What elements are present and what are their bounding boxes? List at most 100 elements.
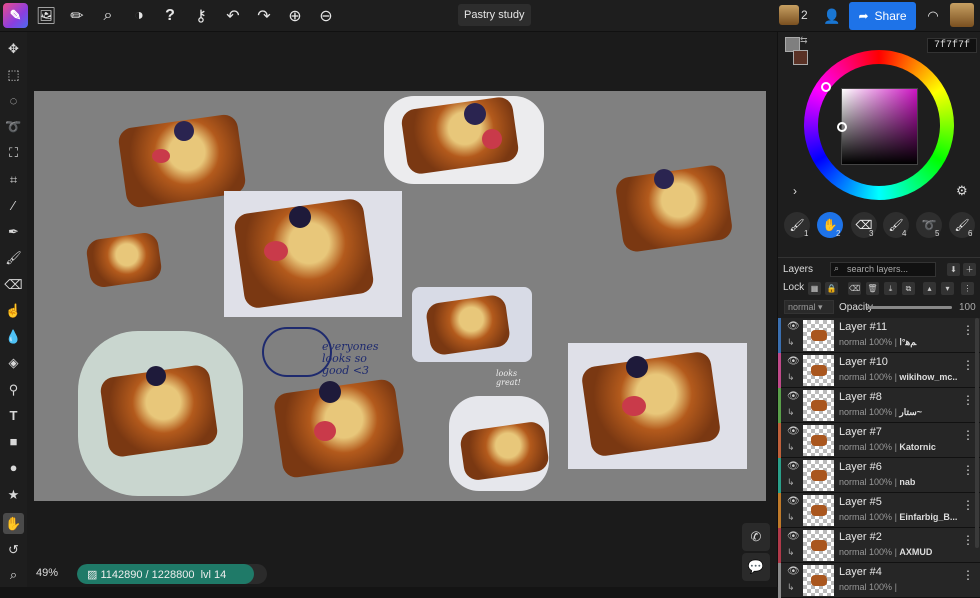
eye-icon[interactable]: 👁 — [787, 391, 800, 402]
lock-alpha-icon[interactable]: ▦ — [808, 282, 821, 295]
layer-search-input[interactable]: search layers... — [830, 262, 936, 277]
zoom-level[interactable]: 49% — [36, 567, 58, 579]
layer-menu-icon[interactable]: ⋮ — [962, 568, 974, 582]
zoom-tool-icon[interactable]: ⌕ — [3, 564, 24, 585]
new-layer-icon[interactable]: ＋ — [963, 263, 976, 276]
delete-layer-icon[interactable]: 🗑 — [866, 282, 879, 295]
image-icon[interactable]: 🖼 — [35, 5, 57, 27]
workspace[interactable]: everyones looks so good <3 looks great! … — [27, 32, 777, 587]
smudge-icon[interactable]: ☝ — [3, 300, 24, 321]
ellipse-icon[interactable]: ● — [3, 457, 24, 478]
layer-row[interactable]: 👁 ↳ Layer #2 normal 100% | AXMUD ⋮ — [778, 528, 980, 563]
layer-row[interactable]: 👁 ↳ Layer #7 normal 100% | Katornic ⋮ — [778, 423, 980, 458]
user-avatar[interactable] — [779, 5, 799, 25]
layer-menu-icon[interactable]: ⋮ — [962, 393, 974, 407]
layer-row[interactable]: 👁 ↳ Layer #4 normal 100% | ⋮ — [778, 563, 980, 598]
move-down-icon[interactable]: ▾ — [941, 282, 954, 295]
clip-icon[interactable]: ↳ — [787, 582, 795, 593]
call-button[interactable]: ✆ — [742, 523, 770, 551]
lasso-icon[interactable]: ➰ — [3, 116, 24, 137]
drawing-canvas[interactable]: everyones looks so good <3 looks great! — [34, 91, 766, 501]
fill-icon[interactable]: ◈ — [3, 352, 24, 373]
eye-icon[interactable]: 👁 — [787, 426, 800, 437]
blur-icon[interactable]: 💧 — [3, 326, 24, 347]
layer-menu-icon[interactable]: ⋮ — [962, 428, 974, 442]
hand-icon[interactable]: ✋ — [3, 513, 24, 534]
profile-avatar[interactable] — [950, 3, 974, 27]
secondary-color-swatch[interactable] — [793, 50, 808, 65]
move-up-icon[interactable]: ▴ — [923, 282, 936, 295]
opacity-slider[interactable] — [867, 306, 952, 309]
hex-color-input[interactable]: 7f7f7f — [927, 38, 977, 53]
gear-icon[interactable]: ⚙ — [956, 183, 968, 199]
undo-icon[interactable]: ↶ — [222, 5, 244, 27]
brush-slot-number: 1 — [804, 229, 809, 238]
layer-row[interactable]: 👁 ↳ Layer #8 normal 100% | ﺳﺘﺎﺭ~ ⋮ — [778, 388, 980, 423]
eye-icon[interactable]: 👁 — [787, 461, 800, 472]
brush-icon[interactable]: 🖌 — [3, 247, 24, 268]
star-icon[interactable]: ★ — [3, 484, 24, 505]
layer-list-scrollbar[interactable] — [975, 318, 979, 548]
key-icon[interactable]: ⚷ — [190, 5, 212, 27]
document-title[interactable]: Pastry study — [458, 4, 531, 26]
eye-icon[interactable]: 👁 — [787, 356, 800, 367]
layer-menu-icon[interactable]: ⋮ — [962, 463, 974, 477]
clip-icon[interactable]: ↳ — [787, 372, 795, 383]
chat-button[interactable]: 💬 — [742, 553, 770, 581]
help-icon[interactable]: ? — [159, 5, 181, 27]
eye-icon[interactable]: 👁 — [787, 566, 800, 577]
layer-row[interactable]: 👁 ↳ Layer #5 normal 100% | Einfarbig_B... ⋮ — [778, 493, 980, 528]
hue-marker[interactable] — [821, 82, 831, 92]
pencil-icon[interactable]: ✏ — [66, 5, 88, 27]
color-wheel[interactable] — [804, 50, 954, 200]
eraser-icon[interactable]: ⌫ — [3, 274, 24, 295]
lock-icon[interactable]: 🔒 — [825, 282, 838, 295]
import-layer-icon[interactable]: ⬇ — [947, 263, 960, 276]
eye-icon[interactable]: 👁 — [787, 496, 800, 507]
select-ellipse-icon[interactable]: ◌ — [3, 90, 24, 111]
layer-menu-icon[interactable]: ⋮ — [962, 498, 974, 512]
clip-icon[interactable]: ↳ — [787, 442, 795, 453]
clip-icon[interactable]: ↳ — [787, 512, 795, 523]
transform-icon[interactable]: ⛶ — [3, 142, 24, 163]
text-tool-icon[interactable]: T — [3, 405, 24, 426]
layer-row[interactable]: 👁 ↳ Layer #11 normal 100% | ﻢﻫ°ا ⋮ — [778, 318, 980, 353]
zoom-out-icon[interactable]: ⊖ — [315, 5, 337, 27]
clip-icon[interactable]: ↳ — [787, 547, 795, 558]
rss-icon[interactable]: ◠ — [922, 5, 944, 27]
select-rect-icon[interactable]: ⬚ — [3, 64, 24, 85]
merge-down-icon[interactable]: ⤓ — [884, 282, 897, 295]
layer-menu-icon[interactable]: ⋮ — [962, 533, 974, 547]
eye-icon[interactable]: 👁 — [787, 321, 800, 332]
blend-mode-select[interactable]: normal ▾ — [784, 300, 834, 314]
layer-menu-icon[interactable]: ⋮ — [962, 358, 974, 372]
add-user-icon[interactable]: 👤 — [821, 5, 843, 27]
move-tool-icon[interactable]: ✥ — [3, 38, 24, 59]
clear-icon[interactable]: ⌫ — [848, 282, 861, 295]
app-logo-icon[interactable]: ✎ — [3, 3, 28, 28]
sv-marker[interactable] — [837, 122, 847, 132]
clip-icon[interactable]: ↳ — [787, 407, 795, 418]
crop-icon[interactable]: ⌗ — [3, 169, 24, 190]
layer-menu-icon[interactable]: ⋮ — [961, 282, 974, 295]
redo-icon[interactable]: ↷ — [253, 5, 275, 27]
layer-row[interactable]: 👁 ↳ Layer #6 normal 100% | nab ⋮ — [778, 458, 980, 493]
clip-icon[interactable]: ↳ — [787, 477, 795, 488]
zoom-in-icon[interactable]: ⊕ — [284, 5, 306, 27]
swap-colors-icon[interactable]: ⇆ — [800, 35, 808, 46]
rectangle-icon[interactable]: ■ — [3, 431, 24, 452]
stamp-icon[interactable]: ⚲ — [3, 379, 24, 400]
search-icon[interactable]: ⌕ — [97, 5, 119, 27]
contrast-icon[interactable]: ◑ — [128, 5, 150, 27]
expand-chevron-icon[interactable]: › — [793, 184, 797, 198]
rotate-icon[interactable]: ↺ — [3, 539, 24, 560]
pen-icon[interactable]: ✒ — [3, 221, 24, 242]
duplicate-icon[interactable]: ⧉ — [902, 282, 915, 295]
saturation-value-square[interactable] — [841, 88, 918, 165]
eye-icon[interactable]: 👁 — [787, 531, 800, 542]
eyedropper-icon[interactable]: ⁄ — [3, 195, 24, 216]
layer-menu-icon[interactable]: ⋮ — [962, 323, 974, 337]
share-button[interactable]: ➦ Share — [849, 2, 916, 30]
clip-icon[interactable]: ↳ — [787, 337, 795, 348]
layer-row[interactable]: 👁 ↳ Layer #10 normal 100% | wikihow_mc... ⋮ — [778, 353, 980, 388]
